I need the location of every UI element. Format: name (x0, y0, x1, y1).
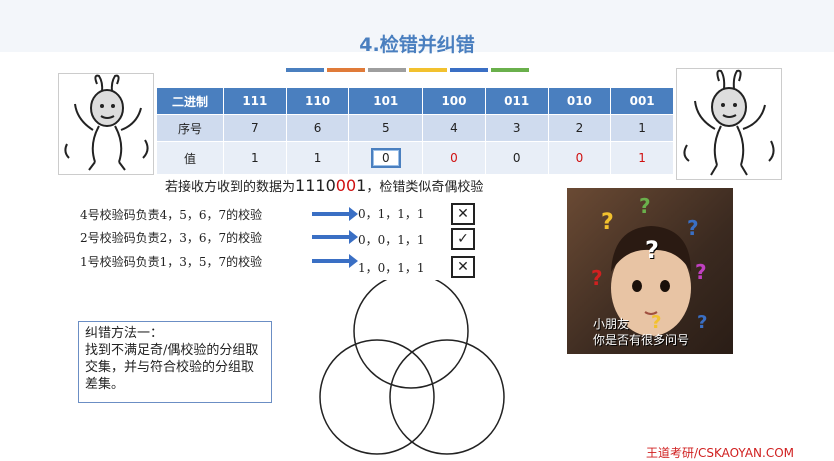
table-cell: 111 (223, 88, 287, 115)
table-cell-highlighted: 0 (348, 141, 424, 175)
question-mark-icon: ? (639, 194, 651, 218)
table-cell: 7 (223, 114, 287, 142)
table-cell: 001 (610, 88, 674, 115)
table-cell: 5 (348, 114, 424, 142)
venn-diagram (319, 280, 505, 455)
table-cell: 1 (610, 141, 674, 175)
table-row-binary: 二进制 111 110 101 100 011 010 001 (157, 88, 674, 115)
table-cell: 010 (548, 88, 612, 115)
accent-color-segment (286, 68, 324, 72)
rabbit-sticker-left (58, 73, 154, 175)
arrow-right-icon (312, 254, 358, 268)
correction-method-box: 纠错方法一： 找到不满足奇/偶校验的分组取交集，并与符合校验的分组取差集。 (78, 321, 272, 403)
cross-icon: ✕ (451, 203, 475, 225)
rabbit-meme-icon (683, 69, 775, 176)
digit: 1 (295, 176, 306, 195)
page-title: 4.检错并纠错 (359, 34, 475, 56)
table-cell: 011 (485, 88, 549, 115)
venn-circle-top (353, 280, 469, 389)
question-mark-icon: ? (697, 312, 708, 333)
table-cell: 101 (348, 88, 424, 115)
received-digits: 1110001 (295, 176, 366, 195)
question-mark-icon: ? (601, 210, 614, 235)
caption-line: 小朋友 (593, 317, 630, 331)
row-label: 序号 (157, 114, 224, 142)
check-bits: 1，0，1，1 (358, 261, 425, 275)
table-cell: 1 (286, 141, 350, 175)
rabbit-sticker-right (676, 68, 782, 180)
hamming-table: 二进制 111 110 101 100 011 010 001 序号 7 6 5… (157, 88, 674, 175)
table-row-index: 序号 7 6 5 4 3 2 1 (157, 114, 674, 142)
accent-color-segment (409, 68, 447, 72)
accent-color-segment (491, 68, 529, 72)
question-mark-icon: ? (645, 236, 659, 264)
rabbit-meme-icon (64, 74, 149, 171)
photo-caption: 小朋友 你是否有很多问号 (593, 316, 689, 348)
accent-color-segment (327, 68, 365, 72)
error-bit-box: 0 (370, 148, 401, 168)
venn-circle-left (319, 339, 435, 455)
question-mark-icon: ? (687, 216, 699, 240)
received-suffix: ，检错类似奇偶校验 (366, 180, 484, 195)
check-bits: 0，1，1，1 (358, 207, 425, 221)
digit: 0 (325, 176, 336, 195)
received-data-line: 若接收方收到的数据为1110001，检错类似奇偶校验 (165, 176, 483, 195)
received-prefix: 若接收方收到的数据为 (165, 180, 296, 195)
check-icon: ✓ (451, 228, 475, 250)
digit: 1 (305, 176, 316, 195)
table-cell: 2 (548, 114, 612, 142)
table-cell: 4 (422, 114, 486, 142)
table-cell: 1 (223, 141, 287, 175)
table-cell: 3 (485, 114, 549, 142)
caption-line: 你是否有很多问号 (593, 333, 690, 347)
cross-icon: ✕ (451, 256, 475, 278)
method-title: 纠错方法一： (85, 326, 164, 341)
digit: 0 (345, 176, 357, 195)
table-cell: 6 (286, 114, 350, 142)
digit: 1 (356, 176, 367, 195)
row-label: 值 (157, 141, 224, 175)
table-cell: 0 (548, 141, 612, 175)
arrow-right-icon (312, 230, 358, 244)
digit: 0 (335, 176, 346, 195)
check-text: 1号校验码负责1，3，5，7的校验 (80, 255, 263, 269)
table-cell: 100 (422, 88, 486, 115)
method-body: 找到不满足奇/偶校验的分组取交集，并与符合校验的分组取差集。 (85, 343, 259, 392)
check-text: 4号校验码负责4，5，6，7的校验 (80, 208, 263, 222)
table-cell: 1 (610, 114, 674, 142)
arrow-right-icon (312, 207, 358, 221)
table-cell: 110 (286, 88, 350, 115)
table-cell: 0 (485, 141, 549, 175)
question-mark-icon: ? (695, 260, 707, 284)
venn-circle-right (389, 339, 505, 455)
table-row-value: 值 1 1 0 0 0 0 1 (157, 141, 674, 175)
question-mark-icon: ? (591, 266, 603, 290)
accent-color-segment (368, 68, 406, 72)
confused-kid-photo: ? ? ? ? ? ? ? ? 小朋友 你是否有很多问号 (567, 188, 733, 354)
row-label: 二进制 (157, 88, 224, 115)
check-text: 2号校验码负责2，3，6，7的校验 (80, 231, 263, 245)
footer-brand: 王道考研/CSKAOYAN.COM (645, 446, 794, 460)
digit: 1 (315, 176, 326, 195)
accent-color-segment (450, 68, 488, 72)
table-cell: 0 (422, 141, 486, 175)
check-bits: 0，0，1，1 (358, 233, 425, 247)
